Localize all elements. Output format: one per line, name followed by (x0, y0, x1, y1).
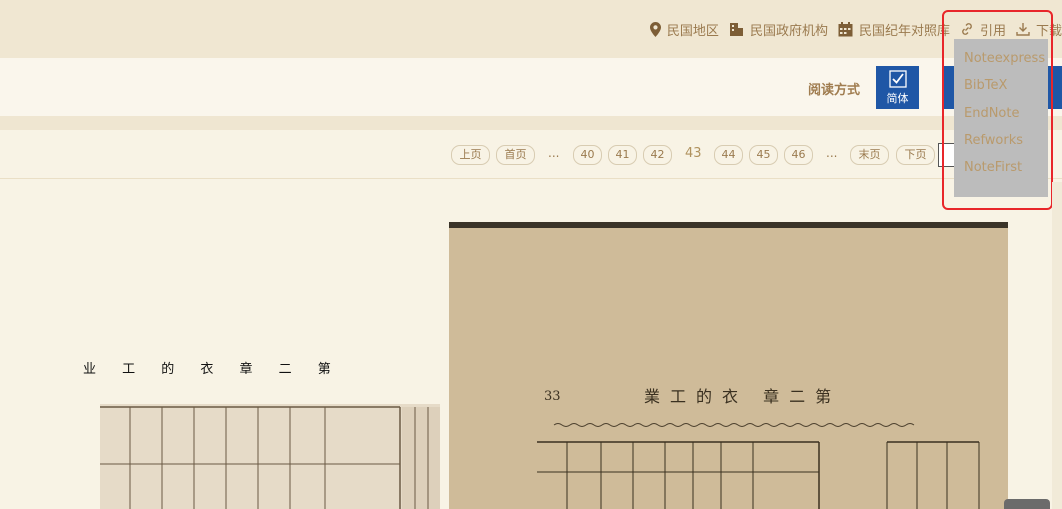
pager-ellipsis-left: ... (548, 146, 560, 160)
divider-band (0, 116, 1062, 130)
nav-calendar-label: 民国纪年对照库 (858, 23, 950, 39)
page-scan-image: 33 業工的衣 章二第 (449, 222, 1008, 509)
current-page: 43 (685, 146, 702, 161)
page-button-41[interactable]: 41 (608, 145, 637, 165)
scan-heading: 業工的衣 章二第 (644, 387, 841, 406)
page-button-44[interactable]: 44 (714, 145, 743, 165)
highlight-box (942, 10, 1053, 210)
scrollbar[interactable] (1052, 182, 1062, 509)
checkbox-icon (888, 70, 907, 88)
page-button-42[interactable]: 42 (643, 145, 672, 165)
prev-page-button[interactable]: 上页 (451, 145, 490, 165)
nav-gov-agency-label: 民国政府机构 (749, 23, 828, 39)
floating-action-button[interactable] (1004, 499, 1050, 509)
nav-region[interactable]: 民国地区 (649, 20, 719, 39)
calendar-icon (838, 21, 853, 36)
location-pin-icon (649, 21, 661, 37)
scan-page-drawing: 33 業工的衣 章二第 (449, 222, 1008, 509)
nav-calendar[interactable]: 民国纪年对照库 (838, 20, 950, 39)
next-page-button[interactable]: 下页 (896, 145, 935, 165)
page-button-46[interactable]: 46 (784, 145, 813, 165)
page-button-40[interactable]: 40 (573, 145, 602, 165)
nav-gov-agency[interactable]: 民国政府机构 (729, 20, 828, 39)
page-button-45[interactable]: 45 (749, 145, 778, 165)
first-page-button[interactable]: 首页 (496, 145, 535, 165)
simplified-chinese-button[interactable]: 简体 (876, 66, 919, 109)
pager-ellipsis-right: ... (826, 146, 838, 160)
building-icon (729, 22, 743, 36)
ocr-scan-fragment (100, 404, 440, 509)
chapter-title: 业 工 的 衣 章 二 第 (83, 362, 334, 377)
nav-region-label: 民国地区 (666, 23, 719, 39)
scan-table-lines (100, 404, 440, 509)
reading-mode-label: 阅读方式 (808, 83, 861, 98)
last-page-button[interactable]: 末页 (850, 145, 889, 165)
scan-page-number: 33 (544, 389, 561, 404)
simplified-chinese-label: 简体 (886, 92, 909, 105)
